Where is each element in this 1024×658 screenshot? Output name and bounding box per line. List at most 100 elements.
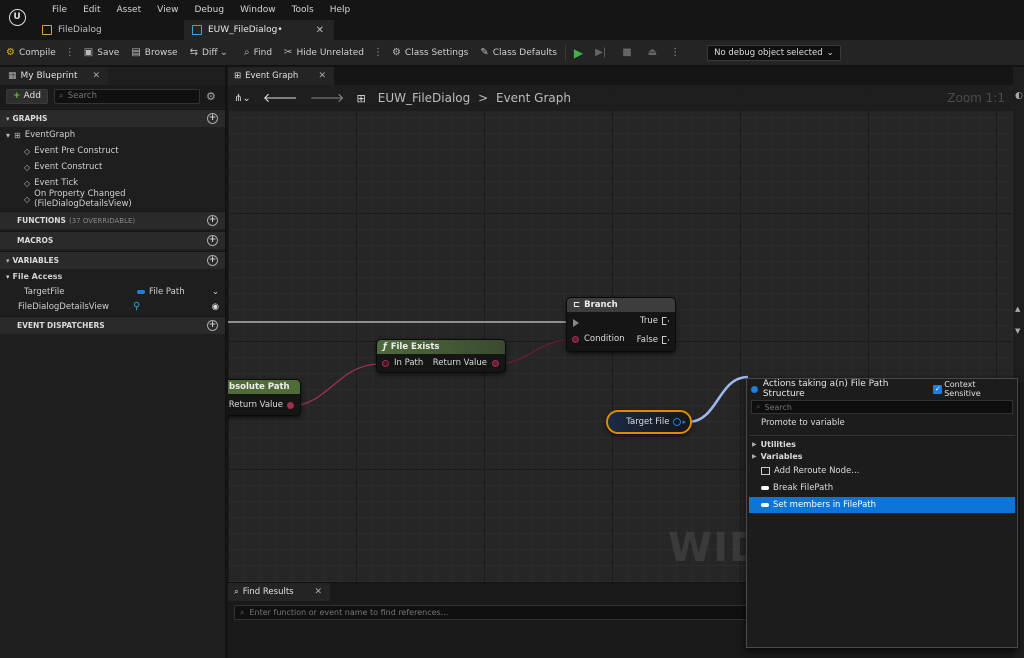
- scroll-down-icon[interactable]: ▼: [1015, 327, 1020, 335]
- add-macro-icon[interactable]: +: [207, 235, 218, 246]
- browse-button[interactable]: ▤ Browse: [125, 42, 183, 64]
- true-pin[interactable]: True: [640, 316, 669, 326]
- set-members-filepath-item[interactable]: Set members in FilePath: [749, 497, 1015, 513]
- menu-window[interactable]: Window: [232, 0, 284, 20]
- absolute-path-node[interactable]: bsolute Path Return Value: [228, 379, 301, 416]
- branch-node[interactable]: ⊏ Branch True Condition False: [566, 297, 676, 352]
- action-menu-header: Actions taking a(n) File Path Structure …: [747, 379, 1017, 399]
- exec-pin-icon: [573, 319, 579, 327]
- struct-wire: [687, 375, 749, 424]
- find-results-tab[interactable]: ⌕ Find Results ✕: [228, 583, 330, 601]
- hide-unrelated-label: Hide Unrelated: [296, 47, 364, 58]
- event-label: Event Pre Construct: [34, 146, 119, 156]
- find-button[interactable]: ⌕ Find: [238, 42, 278, 64]
- menu-file[interactable]: File: [44, 0, 75, 20]
- target-file-node[interactable]: Target File ▸: [606, 410, 692, 434]
- macros-section[interactable]: MACROS +: [0, 231, 225, 249]
- compile-options-icon[interactable]: ⋮: [62, 47, 78, 58]
- blueprint-search-input[interactable]: [67, 91, 188, 101]
- add-button[interactable]: + Add: [6, 88, 48, 104]
- gear-icon[interactable]: ⚙: [206, 90, 216, 103]
- event-item[interactable]: ◇ Event Construct: [0, 159, 225, 175]
- context-sensitive-label: Context Sensitive: [944, 380, 981, 398]
- category-utilities[interactable]: ▶ Utilities: [747, 438, 1017, 450]
- hide-unrelated-button[interactable]: ✂ Hide Unrelated: [278, 42, 370, 64]
- variable-item-filedialogdetailsview[interactable]: FileDialogDetailsView ⚲ ◉: [0, 299, 225, 314]
- debug-object-select[interactable]: No debug object selected ⌄: [707, 44, 841, 61]
- return-value-pin[interactable]: Return Value: [433, 358, 499, 368]
- blueprint-search: ⌕: [53, 88, 200, 104]
- category-variables[interactable]: ▶ Variables: [747, 450, 1017, 462]
- close-icon[interactable]: ✕: [318, 71, 326, 81]
- step-button[interactable]: ▶|: [589, 42, 616, 64]
- unreal-logo[interactable]: U: [0, 0, 34, 26]
- menu-debug[interactable]: Debug: [186, 0, 232, 20]
- variables-section[interactable]: ▾ VARIABLES +: [0, 251, 225, 269]
- menu-asset[interactable]: Asset: [109, 0, 150, 20]
- functions-header: FUNCTIONS: [17, 216, 66, 225]
- false-pin[interactable]: False: [637, 335, 669, 345]
- action-search-input[interactable]: [764, 402, 985, 412]
- add-graph-icon[interactable]: +: [207, 113, 218, 124]
- add-variable-icon[interactable]: +: [207, 255, 218, 266]
- menu-tools[interactable]: Tools: [284, 0, 322, 20]
- event-item[interactable]: ◇ On Property Changed (FileDialogDetailsV…: [0, 189, 225, 209]
- step-icon: ▶|: [595, 47, 607, 58]
- menu-view[interactable]: View: [149, 0, 186, 20]
- hide-unrelated-icon: ✂: [284, 47, 293, 58]
- debug-object-label: No debug object selected: [714, 47, 823, 58]
- eject-button[interactable]: ⏏: [642, 42, 667, 64]
- play-options-icon[interactable]: ⋮: [667, 47, 683, 58]
- graphs-section[interactable]: ▾ GRAPHS +: [0, 109, 225, 127]
- struct-type-icon: [137, 289, 145, 294]
- action-label: Set members in FilePath: [773, 500, 877, 510]
- play-button[interactable]: ▶: [568, 42, 589, 64]
- class-defaults-button[interactable]: ✎ Class Defaults: [474, 42, 563, 64]
- functions-overridable: (37 OVERRIDABLE): [68, 216, 136, 225]
- functions-section[interactable]: FUNCTIONS (37 OVERRIDABLE) +: [0, 211, 225, 229]
- diff-button[interactable]: ⇆ Diff ⌄: [184, 42, 238, 64]
- details-icon[interactable]: ◐: [1015, 91, 1023, 101]
- more-options-icon[interactable]: ⋮: [370, 47, 386, 58]
- condition-pin[interactable]: Condition: [572, 334, 625, 344]
- class-settings-button[interactable]: ⚙ Class Settings: [386, 42, 474, 64]
- add-function-icon[interactable]: +: [207, 215, 218, 226]
- toolbar-divider: [564, 44, 566, 61]
- close-icon[interactable]: ✕: [314, 587, 322, 597]
- chevron-down-icon[interactable]: ⌄: [212, 287, 219, 297]
- add-reroute-node-item[interactable]: Add Reroute Node...: [749, 463, 1015, 479]
- save-button[interactable]: ▣ Save: [78, 42, 126, 64]
- my-blueprint-tab[interactable]: ▦ My Blueprint ✕: [0, 67, 108, 85]
- event-item[interactable]: ◇ Event Pre Construct: [0, 143, 225, 159]
- doc-tab-euw-filedialog[interactable]: EUW_FileDialog• ✕: [184, 20, 334, 40]
- exec-in-pin[interactable]: [573, 319, 579, 327]
- scroll-up-icon[interactable]: ▲: [1015, 305, 1020, 313]
- context-sensitive-checkbox[interactable]: ✓: [933, 384, 943, 394]
- graphs-header: GRAPHS: [12, 114, 48, 123]
- variable-name: TargetFile: [24, 286, 65, 297]
- close-icon[interactable]: ✕: [92, 71, 100, 81]
- promote-to-variable-item[interactable]: Promote to variable: [747, 414, 1017, 431]
- stop-button[interactable]: ■: [616, 42, 641, 64]
- break-filepath-item[interactable]: Break FilePath: [749, 480, 1015, 496]
- menu-edit[interactable]: Edit: [75, 0, 108, 20]
- find-results-input[interactable]: [249, 608, 750, 617]
- close-icon[interactable]: ✕: [316, 25, 324, 36]
- save-icon: ▣: [83, 47, 94, 58]
- in-path-pin[interactable]: In Path: [382, 358, 423, 368]
- return-value-pin[interactable]: Return Value: [229, 400, 294, 410]
- menu-help[interactable]: Help: [322, 0, 359, 20]
- eye-icon[interactable]: ◉: [212, 302, 219, 312]
- doc-tab-filedialog[interactable]: FileDialog: [34, 20, 184, 40]
- target-file-pin[interactable]: Target File ▸: [626, 417, 686, 427]
- variable-item-targetfile[interactable]: TargetFile File Path ⌄: [0, 284, 225, 299]
- event-dispatchers-section[interactable]: EVENT DISPATCHERS +: [0, 316, 225, 334]
- variable-category[interactable]: ▾ File Access: [0, 269, 225, 284]
- add-dispatcher-icon[interactable]: +: [207, 320, 218, 331]
- tab-event-graph[interactable]: ⊞ Event Graph ✕: [228, 67, 334, 85]
- compile-button[interactable]: ⚙ Compile: [0, 42, 62, 64]
- search-icon: ⌕: [58, 91, 64, 101]
- event-graph-item[interactable]: ▾ ⊞ EventGraph: [0, 127, 225, 143]
- string-pin-icon: [382, 359, 389, 367]
- file-exists-node[interactable]: ƒ File Exists In Path Return Value: [376, 339, 506, 373]
